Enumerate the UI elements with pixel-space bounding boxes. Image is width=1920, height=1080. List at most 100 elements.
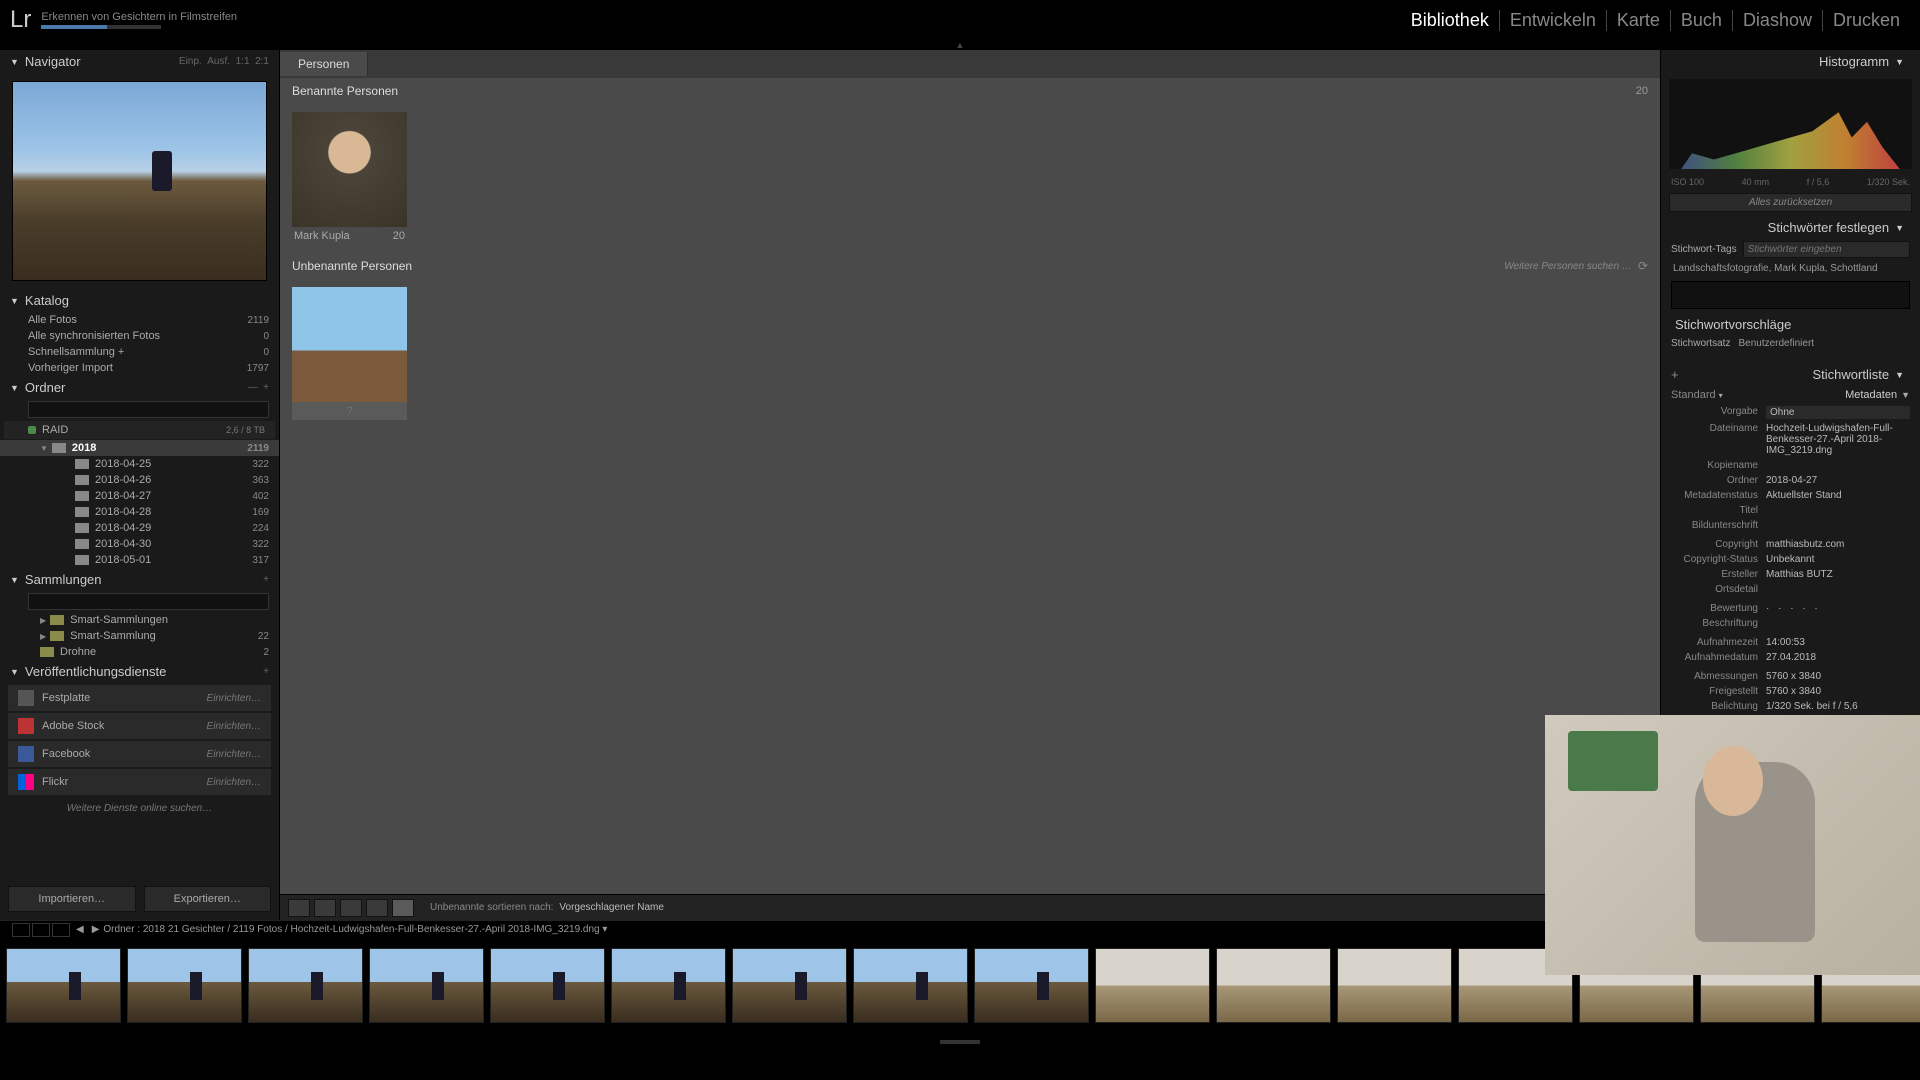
- filmstrip-thumb[interactable]: [6, 948, 121, 1023]
- folder-2018-04-27[interactable]: 2018-04-27402: [0, 488, 279, 504]
- filmstrip-thumb[interactable]: [732, 948, 847, 1023]
- catalog-synced[interactable]: Alle synchronisierten Fotos0: [0, 328, 279, 344]
- navigator-preview[interactable]: [12, 81, 267, 281]
- folder-2018-05-01[interactable]: 2018-05-01317: [0, 552, 279, 568]
- second-monitor-1[interactable]: [12, 923, 30, 937]
- meta-location[interactable]: [1766, 584, 1910, 595]
- publish-flickr[interactable]: FlickrEinrichten…: [8, 769, 271, 795]
- keywording-header[interactable]: Stichwörter festlegen▼: [1661, 216, 1920, 239]
- keyword-suggestions-header[interactable]: Stichwortvorschläge: [1661, 313, 1920, 336]
- keyword-input[interactable]: [1743, 241, 1910, 258]
- folder-2018-04-25[interactable]: 2018-04-25322: [0, 456, 279, 472]
- module-karte[interactable]: Karte: [1607, 10, 1671, 31]
- histogram[interactable]: [1669, 79, 1912, 169]
- view-people-icon[interactable]: [392, 899, 414, 917]
- navigator-header[interactable]: ▼Navigator Einp. Ausf. 1:1 2:1: [0, 50, 279, 73]
- meta-copyname[interactable]: [1766, 460, 1910, 471]
- folder-filter-input[interactable]: [28, 401, 269, 418]
- keyword-textarea[interactable]: [1671, 281, 1910, 309]
- filmstrip-thumb[interactable]: [1095, 948, 1210, 1023]
- filmstrip-thumb[interactable]: [127, 948, 242, 1023]
- view-compare-icon[interactable]: [340, 899, 362, 917]
- filmstrip-size-handle[interactable]: [940, 1040, 980, 1044]
- catalog-prev-import[interactable]: Vorheriger Import1797: [0, 360, 279, 376]
- smart-collection[interactable]: ▶Smart-Sammlung22: [0, 628, 279, 644]
- sort-label: Unbenannte sortieren nach:: [430, 902, 553, 913]
- top-panel-toggle[interactable]: ▲: [0, 40, 1920, 50]
- filmstrip-thumb[interactable]: [1337, 948, 1452, 1023]
- meta-copyright[interactable]: matthiasbutz.com: [1766, 539, 1910, 550]
- meta-creator[interactable]: Matthias BUTZ: [1766, 569, 1910, 580]
- histogram-header[interactable]: Histogramm▼: [1661, 50, 1920, 73]
- center-toolbar: Unbenannte sortieren nach: Vorgeschlagen…: [280, 894, 1660, 920]
- meta-title[interactable]: [1766, 505, 1910, 516]
- view-grid-icon[interactable]: [288, 899, 310, 917]
- folder-2018-04-30[interactable]: 2018-04-30322: [0, 536, 279, 552]
- view-survey-icon[interactable]: [366, 899, 388, 917]
- module-entwickeln[interactable]: Entwickeln: [1500, 10, 1607, 31]
- unnamed-person-input[interactable]: [292, 402, 407, 420]
- meta-filename: Hochzeit-Ludwigshafen-Full-Benkesser-27.…: [1766, 423, 1910, 456]
- unnamed-person-thumb[interactable]: [292, 287, 407, 402]
- filmstrip-thumb[interactable]: [1216, 948, 1331, 1023]
- metadata-preset[interactable]: Ohne: [1766, 406, 1910, 419]
- catalog-header[interactable]: ▼Katalog: [0, 289, 279, 312]
- named-person-thumb[interactable]: [292, 112, 407, 227]
- meta-rating[interactable]: · · · · ·: [1766, 603, 1910, 614]
- meta-copyright-status[interactable]: Unbekannt: [1766, 554, 1910, 565]
- filmstrip-thumb[interactable]: [853, 948, 968, 1023]
- grid-toggle[interactable]: [52, 923, 70, 937]
- tab-personen[interactable]: Personen: [280, 52, 368, 76]
- publish-find-more[interactable]: Weitere Dienste online suchen…: [0, 797, 279, 820]
- status-path[interactable]: Ordner : 2018 21 Gesichter / 2119 Fotos …: [103, 924, 607, 935]
- publish-facebook[interactable]: FacebookEinrichten…: [8, 741, 271, 767]
- filmstrip-thumb[interactable]: [611, 948, 726, 1023]
- publish-adobe-stock[interactable]: Adobe StockEinrichten…: [8, 713, 271, 739]
- catalog-quick[interactable]: Schnellsammlung +0: [0, 344, 279, 360]
- nav-back[interactable]: ◀: [76, 924, 84, 935]
- catalog-all-photos[interactable]: Alle Fotos2119: [0, 312, 279, 328]
- filmstrip-thumb[interactable]: [490, 948, 605, 1023]
- quick-develop-reset[interactable]: Alles zurücksetzen: [1669, 193, 1912, 212]
- module-diashow[interactable]: Diashow: [1733, 10, 1823, 31]
- folder-2018[interactable]: ▼20182119: [0, 440, 279, 456]
- meta-folder[interactable]: 2018-04-27: [1766, 475, 1910, 486]
- import-button[interactable]: Importieren…: [8, 886, 136, 912]
- module-bibliothek[interactable]: Bibliothek: [1401, 10, 1500, 31]
- module-drucken[interactable]: Drucken: [1823, 10, 1910, 31]
- filmstrip-thumb[interactable]: [248, 948, 363, 1023]
- unnamed-person-card[interactable]: [292, 287, 407, 420]
- named-person-card[interactable]: Mark Kupla 20: [292, 112, 407, 245]
- folder-2018-04-29[interactable]: 2018-04-29224: [0, 520, 279, 536]
- folder-2018-04-28[interactable]: 2018-04-28169: [0, 504, 279, 520]
- collections-header[interactable]: ▼Sammlungen+: [0, 568, 279, 591]
- collection-drohne[interactable]: Drohne2: [0, 644, 279, 660]
- meta-date: 27.04.2018: [1766, 652, 1910, 663]
- folders-header[interactable]: ▼Ordner— +: [0, 376, 279, 399]
- meta-dimensions: 5760 x 3840: [1766, 671, 1910, 682]
- second-monitor-2[interactable]: [32, 923, 50, 937]
- keyword-set-value[interactable]: Benutzerdefiniert: [1738, 338, 1814, 349]
- metadata-header[interactable]: Standard▾ Metadaten▼: [1661, 386, 1920, 404]
- find-more-people[interactable]: Weitere Personen suchen …: [1504, 261, 1632, 272]
- export-button[interactable]: Exportieren…: [144, 886, 272, 912]
- view-loupe-icon[interactable]: [314, 899, 336, 917]
- activity-progress: [41, 25, 161, 29]
- named-person-name: Mark Kupla: [294, 230, 350, 242]
- folder-2018-04-26[interactable]: 2018-04-26363: [0, 472, 279, 488]
- nav-forward[interactable]: ▶: [92, 924, 100, 935]
- named-person-count: 20: [393, 230, 405, 242]
- module-buch[interactable]: Buch: [1671, 10, 1733, 31]
- meta-caption[interactable]: [1766, 520, 1910, 531]
- publish-harddrive[interactable]: FestplatteEinrichten…: [8, 685, 271, 711]
- filmstrip-thumb[interactable]: [974, 948, 1089, 1023]
- volume-raid[interactable]: RAID2,6 / 8 TB: [4, 421, 275, 439]
- collection-filter-input[interactable]: [28, 593, 269, 610]
- filmstrip-thumb[interactable]: [369, 948, 484, 1023]
- sort-value[interactable]: Vorgeschlagener Name: [559, 902, 664, 913]
- meta-label[interactable]: [1766, 618, 1910, 629]
- webcam-overlay: [1545, 715, 1920, 975]
- keyword-list-header[interactable]: +Stichwortliste▼: [1661, 363, 1920, 386]
- publish-header[interactable]: ▼Veröffentlichungsdienste+: [0, 660, 279, 683]
- smart-collections[interactable]: ▶Smart-Sammlungen: [0, 612, 279, 628]
